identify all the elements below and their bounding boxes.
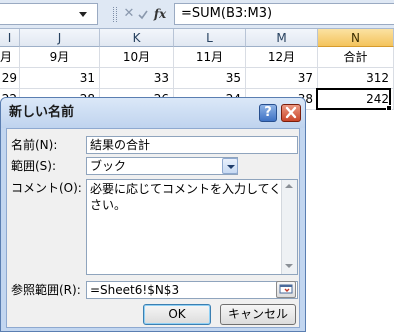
table-cell[interactable]: 33 bbox=[100, 68, 174, 89]
chevron-down-icon[interactable] bbox=[79, 12, 87, 17]
dialog-title-bar[interactable]: 新しい名前 ? bbox=[1, 98, 305, 128]
column-letter: L bbox=[206, 31, 213, 45]
collapse-dialog-icon bbox=[279, 284, 293, 294]
dialog-title: 新しい名前 bbox=[9, 105, 75, 120]
name-field[interactable]: 結果の合計 bbox=[86, 136, 298, 154]
table-cell[interactable]: 12月 bbox=[246, 47, 318, 68]
refers-to-field[interactable]: =Sheet6!$N$3 bbox=[86, 281, 298, 299]
table-cell[interactable]: 9月 bbox=[20, 47, 100, 68]
column-letter: J bbox=[57, 31, 62, 45]
refers-to-value: =Sheet6!$N$3 bbox=[90, 283, 180, 297]
column-header-i[interactable]: I bbox=[0, 29, 20, 47]
enter-entry-icon[interactable] bbox=[138, 4, 148, 24]
help-button[interactable]: ? bbox=[259, 104, 277, 122]
comment-label: コメント(O): bbox=[11, 181, 82, 195]
table-cell[interactable]: 月 bbox=[0, 47, 20, 68]
column-header-j[interactable]: J bbox=[20, 29, 100, 47]
cancel-button[interactable]: キャンセル bbox=[220, 304, 296, 325]
refers-to-label: 参照範囲(R): bbox=[11, 283, 81, 297]
table-cell[interactable]: 10月 bbox=[100, 47, 174, 68]
active-cell-border bbox=[316, 88, 391, 110]
scroll-up-icon[interactable] bbox=[285, 184, 293, 188]
column-header-m[interactable]: M bbox=[246, 29, 318, 47]
scope-select-value: ブック bbox=[90, 159, 127, 173]
name-label: 名前(N): bbox=[11, 138, 58, 152]
table-cell[interactable]: 11月 bbox=[174, 47, 246, 68]
new-name-dialog: 新しい名前 ? 名前(N): 結果の合計 範囲(S): ブック コメント(O):… bbox=[0, 97, 306, 332]
close-button[interactable] bbox=[281, 104, 301, 122]
close-icon bbox=[285, 106, 297, 119]
cancel-entry-icon[interactable]: ✕ bbox=[118, 4, 140, 24]
table-cell[interactable]: 29 bbox=[0, 68, 20, 89]
formula-input[interactable]: =SUM(B3:M3) bbox=[174, 3, 394, 25]
scope-label: 範囲(S): bbox=[11, 159, 57, 173]
table-cell[interactable]: 312 bbox=[318, 68, 394, 89]
scope-dropdown-icon[interactable] bbox=[222, 158, 238, 174]
table-cell[interactable]: 37 bbox=[246, 68, 318, 89]
column-header-k[interactable]: K bbox=[100, 29, 174, 47]
table-cell[interactable]: 31 bbox=[20, 68, 100, 89]
insert-function-icon[interactable]: fx bbox=[148, 4, 172, 24]
comment-textarea[interactable]: 必要に応じてコメントを入力してください。 bbox=[86, 179, 298, 275]
dialog-body: 名前(N): 結果の合計 範囲(S): ブック コメント(O): 必要に応じてコ… bbox=[6, 128, 300, 328]
column-header-n[interactable]: N bbox=[318, 29, 394, 47]
comment-scrollbar[interactable] bbox=[281, 180, 297, 274]
ok-button[interactable]: OK bbox=[143, 304, 211, 325]
column-letter: K bbox=[132, 31, 141, 45]
formula-bar: ✕ fx =SUM(B3:M3) bbox=[0, 0, 394, 29]
column-letter: M bbox=[276, 31, 287, 45]
column-letter: N bbox=[351, 31, 360, 45]
column-header-l[interactable]: L bbox=[174, 29, 246, 47]
name-box[interactable] bbox=[0, 3, 98, 25]
column-letter: I bbox=[7, 31, 12, 45]
collapse-dialog-button[interactable] bbox=[276, 281, 296, 298]
scroll-down-icon[interactable] bbox=[285, 264, 293, 268]
fill-handle[interactable] bbox=[386, 105, 392, 111]
scope-select[interactable]: ブック bbox=[86, 157, 238, 175]
table-cell[interactable]: 35 bbox=[174, 68, 246, 89]
splitter-grip-icon[interactable] bbox=[113, 7, 117, 22]
table-cell[interactable]: 合計 bbox=[318, 47, 394, 68]
comment-text: 必要に応じてコメントを入力してください。 bbox=[90, 182, 294, 212]
